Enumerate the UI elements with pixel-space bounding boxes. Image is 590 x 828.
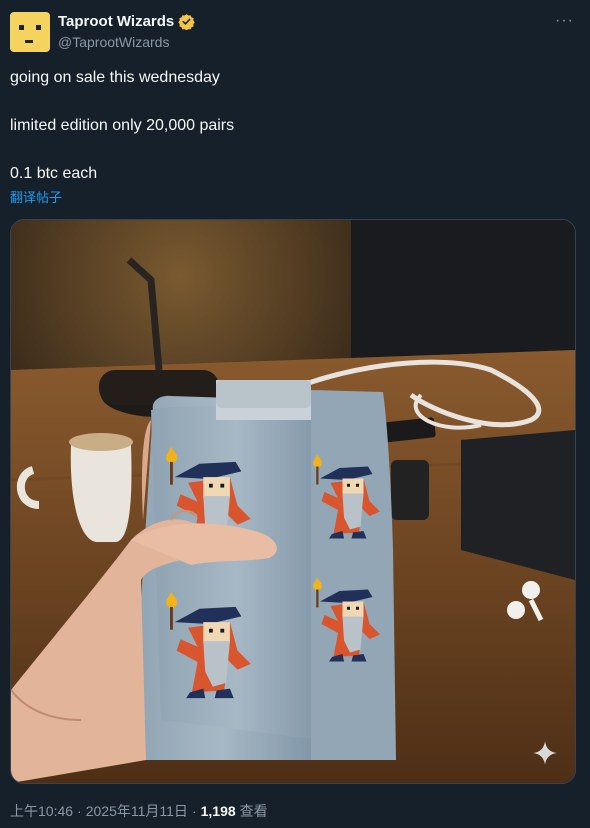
sparkle-icon[interactable] xyxy=(531,739,559,767)
views-label: 查看 xyxy=(239,803,268,819)
separator: · xyxy=(77,803,82,819)
tweet-line xyxy=(10,138,570,162)
tweet-line: limited edition only 20,000 pairs xyxy=(10,117,235,134)
translate-link[interactable]: 翻译帖子 xyxy=(10,187,62,206)
avatar-eye xyxy=(19,25,24,30)
tweet-footer: 上午10:46 · 2025年11月11日 · 1,198 查看 xyxy=(10,801,268,821)
tweet-line: 0.1 btc each xyxy=(10,165,98,182)
tweet-time[interactable]: 上午10:46 xyxy=(10,801,73,821)
display-name[interactable]: Taproot Wizards xyxy=(58,13,174,30)
verified-badge-icon[interactable] xyxy=(178,13,195,30)
photo-socks xyxy=(11,220,575,783)
views-count: 1,198 xyxy=(200,803,236,819)
tweet-line xyxy=(10,90,570,114)
tweet-line: going on sale this wednesday xyxy=(10,69,220,86)
separator: · xyxy=(191,803,197,819)
author-name-row: Taproot Wizards xyxy=(58,13,195,30)
tweet-date[interactable]: 2025年11月11日 xyxy=(86,801,188,821)
handle[interactable]: @TaprootWizards xyxy=(58,34,169,50)
avatar[interactable] xyxy=(10,12,50,52)
more-icon[interactable]: ··· xyxy=(555,12,574,30)
avatar-eye xyxy=(36,25,41,30)
avatar-mouth xyxy=(25,40,33,43)
tweet-text: going on sale this wednesday limited edi… xyxy=(10,66,570,186)
tweet-photo[interactable] xyxy=(10,219,576,784)
